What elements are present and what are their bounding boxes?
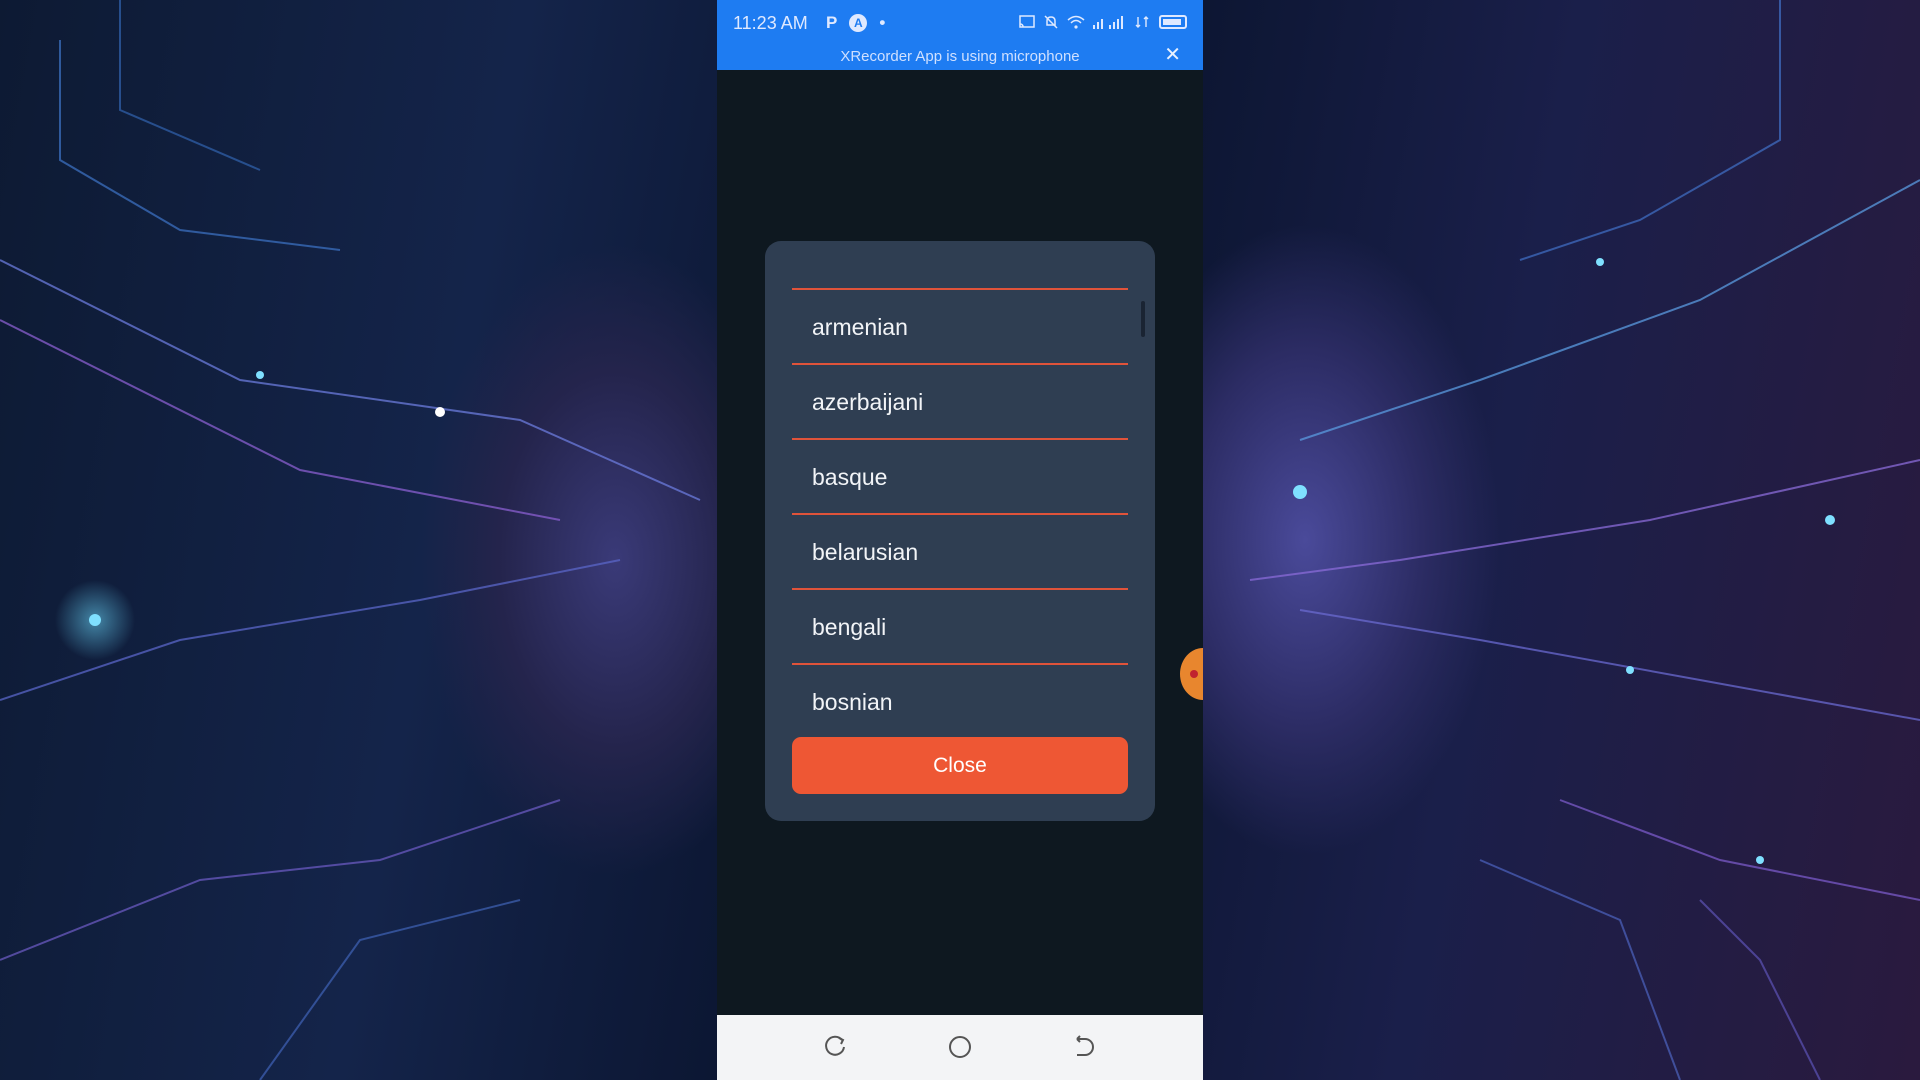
status-bar: 11:23 AM P A • XRecorder App is using mi… <box>717 0 1203 70</box>
recording-notice[interactable]: XRecorder App is using microphone <box>717 48 1203 65</box>
navigation-bar <box>717 1015 1203 1080</box>
list-item-label: bengali <box>812 614 887 640</box>
cast-icon <box>1019 15 1035 28</box>
status-left-icons: P A • <box>826 13 885 33</box>
list-item-label: basque <box>812 464 888 490</box>
p-icon: P <box>826 13 838 32</box>
a-icon: A <box>849 14 868 32</box>
battery-icon <box>1159 15 1187 29</box>
phone-screen: 11:23 AM P A • XRecorder App is using mi… <box>717 0 1203 1080</box>
mute-icon <box>1044 15 1058 29</box>
language-picker-dialog: armenian azerbaijani basque belarusian b… <box>765 241 1155 821</box>
list-item-label: azerbaijani <box>812 389 924 415</box>
status-right-icons <box>1019 14 1187 30</box>
data-icon <box>1135 16 1149 28</box>
list-item-bengali[interactable]: bengali <box>792 590 1128 665</box>
list-item-armenian[interactable]: armenian <box>792 290 1128 365</box>
list-item-label: bosnian <box>812 689 893 715</box>
wifi-icon <box>1067 15 1085 29</box>
list-item-azerbaijani[interactable]: azerbaijani <box>792 365 1128 440</box>
recorder-floating-button[interactable] <box>1180 648 1203 700</box>
language-list[interactable]: armenian azerbaijani basque belarusian b… <box>792 288 1128 978</box>
list-item-belarusian[interactable]: belarusian <box>792 515 1128 590</box>
list-item-label: armenian <box>812 314 908 340</box>
dot-icon: • <box>879 13 886 32</box>
back-icon[interactable] <box>1069 1033 1097 1061</box>
list-scrollbar[interactable] <box>1141 301 1145 337</box>
home-icon[interactable] <box>946 1033 974 1061</box>
close-notice-icon[interactable]: ✕ <box>1164 45 1181 65</box>
list-item-basque[interactable]: basque <box>792 440 1128 515</box>
list-item-label: belarusian <box>812 539 919 565</box>
recent-apps-icon[interactable] <box>822 1033 850 1061</box>
close-button[interactable]: Close <box>792 737 1128 794</box>
signal-icon <box>1093 16 1123 29</box>
status-time: 11:23 AM <box>733 13 808 33</box>
list-item-bosnian[interactable]: bosnian <box>792 665 1128 738</box>
